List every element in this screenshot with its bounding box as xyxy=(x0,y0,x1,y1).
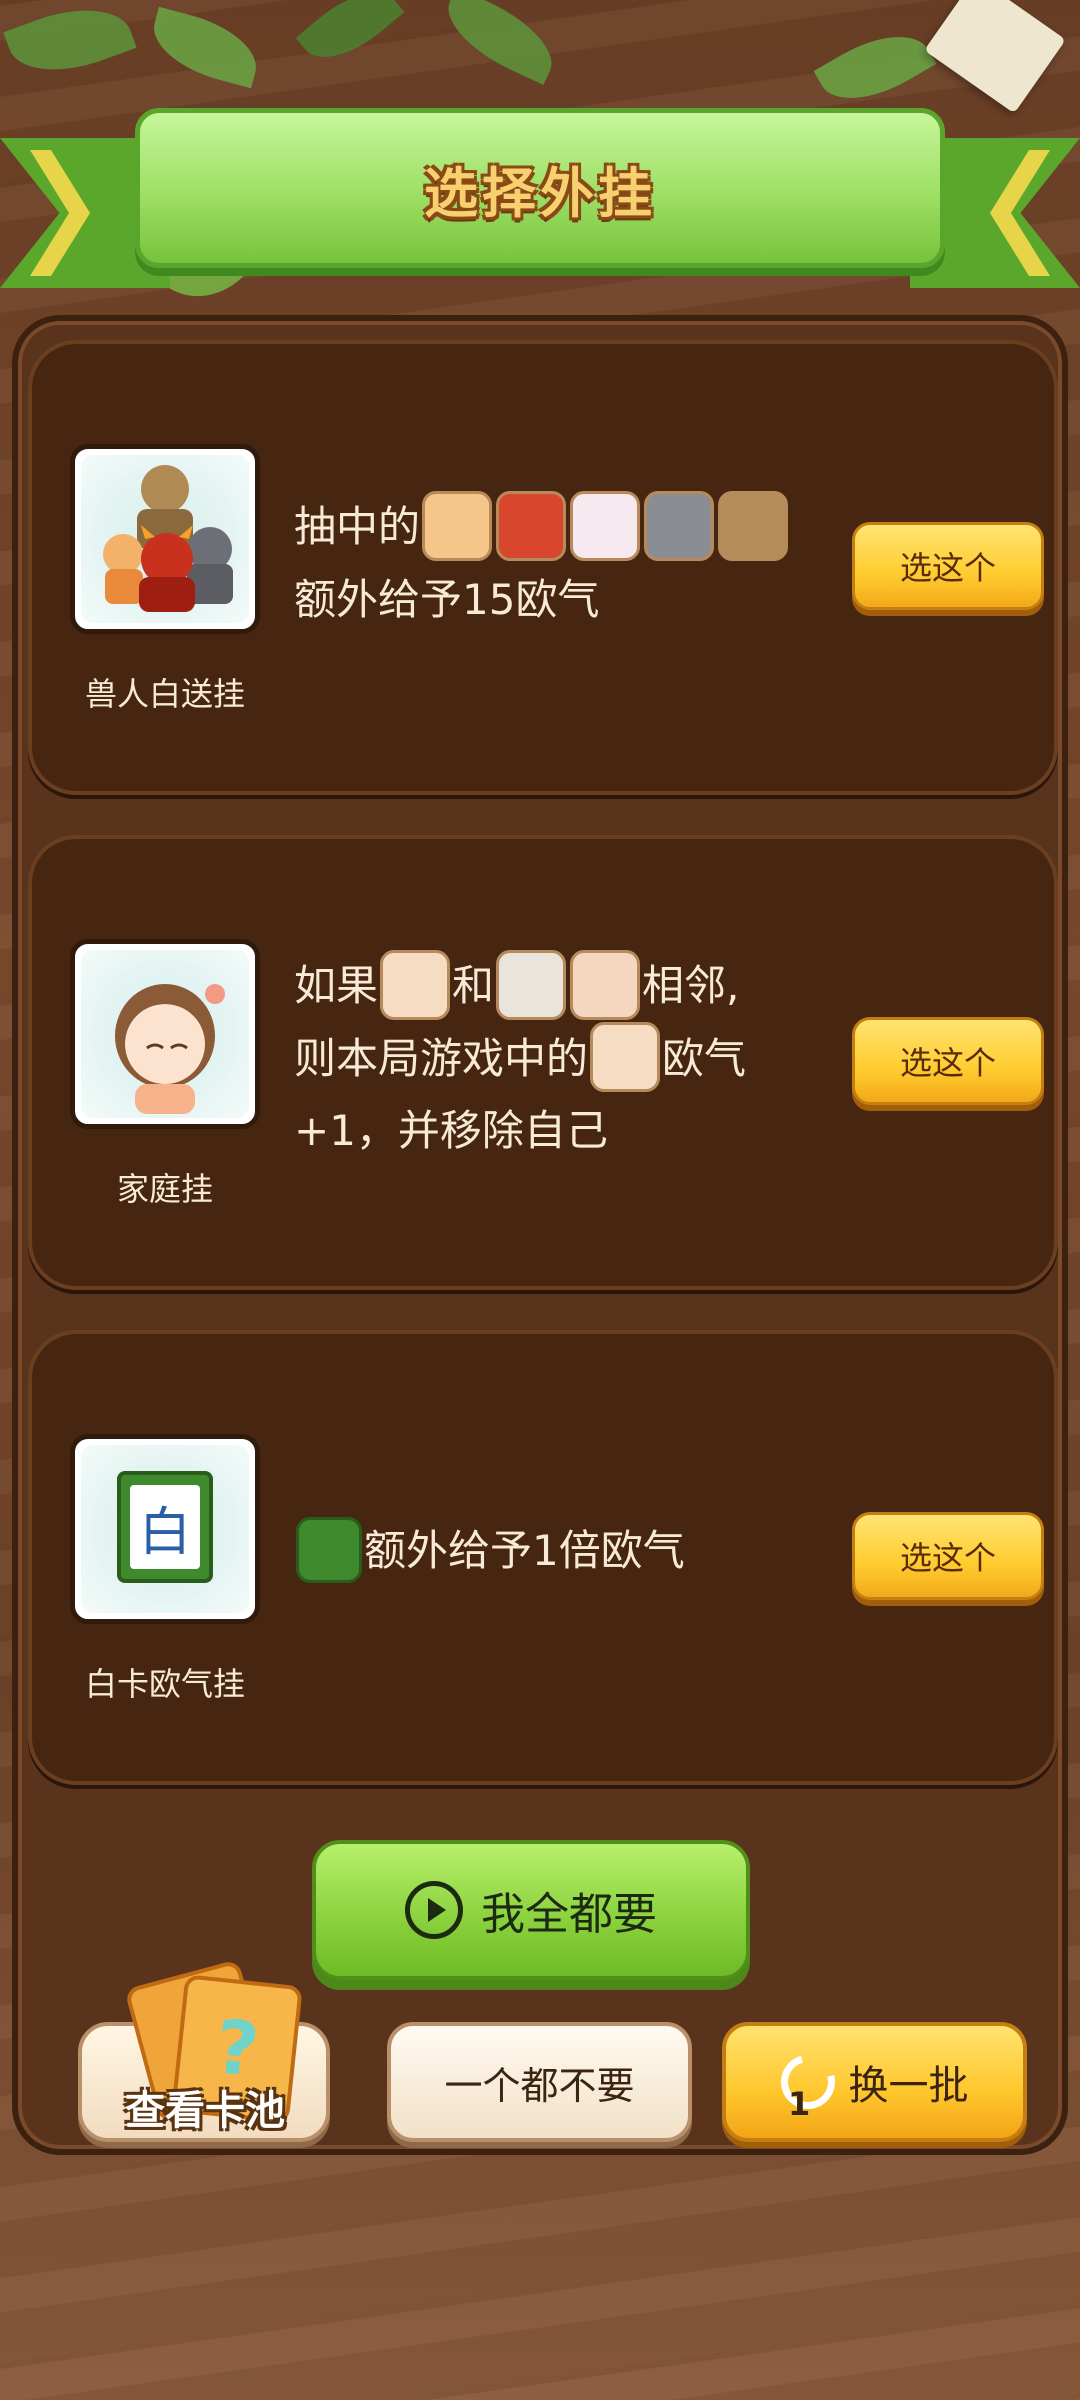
white-card-icon: 白 xyxy=(70,1434,260,1624)
desc-text: 欧气 xyxy=(662,1033,747,1083)
desc-text: 额外给予15欧气 xyxy=(294,574,600,624)
option-card: 兽人白送挂 抽中的 额外给予15欧气 选这个 xyxy=(28,340,1058,795)
desc-text: 则本局游戏中的 xyxy=(294,1033,589,1083)
desc-text: +1，并移除自己 xyxy=(294,1106,608,1155)
card-description: 如果 和 相邻, 则本局游戏中的 欧气 +1，并移除自己 xyxy=(294,949,854,1166)
choose-button[interactable]: 选这个 xyxy=(852,522,1044,610)
leaf-decoration xyxy=(144,6,266,89)
card-description: 抽中的 额外给予15欧气 xyxy=(294,490,854,635)
take-all-button[interactable]: 我全都要 xyxy=(312,1840,750,1980)
card-name: 白卡欧气挂 xyxy=(84,1665,245,1703)
refresh-button[interactable]: 换一批 xyxy=(722,2022,1027,2142)
grandpa-icon xyxy=(496,949,567,1020)
desc-text: 额外给予1倍欧气 xyxy=(364,1526,685,1575)
orc-monsters-icon xyxy=(70,444,260,634)
refresh-label: 换一批 xyxy=(848,2063,969,2109)
unicorn-icon xyxy=(570,490,641,561)
white-card-icon xyxy=(296,1516,362,1583)
play-icon xyxy=(405,1881,463,1939)
desc-text: 抽中的 xyxy=(294,502,421,551)
option-card: 家庭挂 如果 和 相邻, 则本局游戏中的 欧气 +1，并移除自己 选这个 xyxy=(28,835,1058,1290)
refresh-count: 1 xyxy=(788,2085,811,2123)
desc-text: 相邻, xyxy=(642,961,740,1010)
desc-text: 和 xyxy=(452,961,495,1010)
leaf-decoration xyxy=(813,16,937,119)
view-pool-label[interactable]: 查看卡池 xyxy=(80,2078,330,2136)
choose-button[interactable]: 选这个 xyxy=(852,1017,1044,1105)
page-title: 选择外挂 xyxy=(424,161,656,225)
girl-avatar-icon xyxy=(70,939,260,1129)
card-name: 兽人白送挂 xyxy=(84,675,245,713)
girl-icon xyxy=(590,1022,661,1092)
take-none-button[interactable]: 一个都不要 xyxy=(387,2022,692,2142)
option-card: 白 白卡欧气挂 额外给予1倍欧气 选这个 xyxy=(28,1330,1058,1785)
card-name: 家庭挂 xyxy=(116,1170,213,1208)
card-glyph: 白 xyxy=(130,1485,200,1569)
girl-icon xyxy=(380,949,451,1020)
mother-icon xyxy=(570,949,641,1020)
leaf-decoration xyxy=(434,0,566,85)
choose-button[interactable]: 选这个 xyxy=(852,1512,1044,1600)
card-description: 额外给予1倍欧气 xyxy=(294,1516,854,1587)
leaf-decoration xyxy=(3,0,137,89)
orc-icon xyxy=(718,490,789,561)
hero-icon xyxy=(422,490,493,561)
take-all-label: 我全都要 xyxy=(481,1889,657,1940)
demon-icon xyxy=(496,490,567,561)
leaf-decoration xyxy=(295,0,405,77)
title-ribbon: 选择外挂 xyxy=(135,108,945,268)
paper-decoration xyxy=(924,0,1066,114)
desc-text: 如果 xyxy=(294,961,379,1010)
gargoyle-icon xyxy=(644,490,715,561)
